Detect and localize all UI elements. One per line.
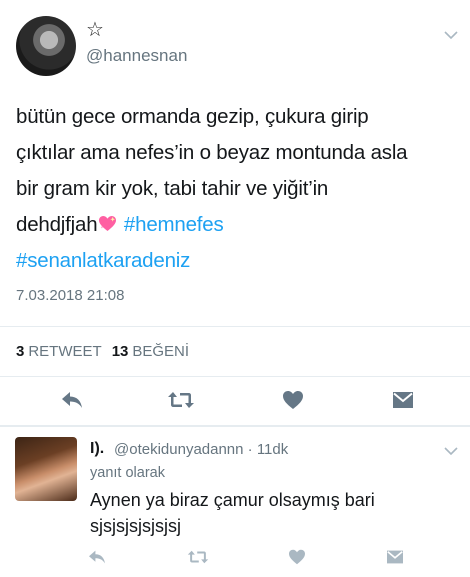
reply-direct-message-icon[interactable] [380, 546, 410, 568]
tweet-stats: 3 RETWEET 13 BEĞENİ [16, 343, 189, 360]
tweet-timestamp[interactable]: 7.03.2018 21:08 [16, 287, 124, 304]
reply-reply-icon[interactable] [82, 546, 112, 568]
reply-text-line: Aynen ya biraz çamur olsaymış bari [90, 490, 375, 510]
retweet-label[interactable]: RETWEET [28, 343, 101, 360]
tweet-text: bütün gece ormanda gezip, çukura girip ç… [16, 99, 456, 279]
retweet-count[interactable]: 3 [16, 343, 24, 360]
tweet-text-line: çıktılar ama nefes’in o beyaz montunda a… [16, 141, 408, 164]
reply-text-line: sjsjsjsjsjsjsj [90, 516, 181, 536]
tweet-text-line: dehdjfjah #hemnefes [16, 207, 456, 243]
like-label[interactable]: BEĞENİ [132, 343, 189, 360]
divider [0, 425, 470, 427]
direct-message-icon[interactable] [388, 389, 418, 411]
tweet-text-line: #senanlatkaradeniz [16, 243, 456, 279]
author-handle[interactable]: @hannesnan [86, 46, 187, 66]
tweet-menu-chevron-down-icon[interactable] [443, 28, 459, 44]
reply-context: yanıt olarak [90, 465, 165, 481]
reply-icon[interactable] [57, 389, 87, 411]
author-display-name[interactable]: ☆ [86, 20, 104, 40]
hashtag-link[interactable]: #senanlatkaradeniz [16, 249, 190, 272]
reply-retweet-icon[interactable] [183, 546, 213, 568]
reply-text: Aynen ya biraz çamur olsaymış bari sjsjs… [90, 487, 450, 539]
reply-like-heart-icon[interactable] [282, 546, 312, 568]
divider [0, 326, 470, 327]
tweet-text-line: bütün gece ormanda gezip, çukura girip [16, 105, 369, 128]
hashtag-link[interactable]: #hemnefes [124, 213, 224, 236]
retweet-icon[interactable] [166, 389, 196, 411]
author-avatar[interactable] [16, 16, 76, 76]
reply-menu-chevron-down-icon[interactable] [443, 444, 459, 460]
reply-author-name[interactable]: I). [90, 440, 104, 458]
like-count[interactable]: 13 [112, 343, 129, 360]
reply-author-avatar[interactable] [15, 437, 77, 501]
divider [0, 376, 470, 377]
sparkling-heart-icon [99, 215, 117, 232]
reply-author-handle-time[interactable]: @otekidunyadannn · 11dk [114, 441, 288, 458]
like-heart-icon[interactable] [278, 389, 308, 411]
tweet-text-line: bir gram kir yok, tabi tahir ve yiğit’in [16, 177, 329, 200]
tweet-text-segment: dehdjfjah [16, 213, 98, 236]
